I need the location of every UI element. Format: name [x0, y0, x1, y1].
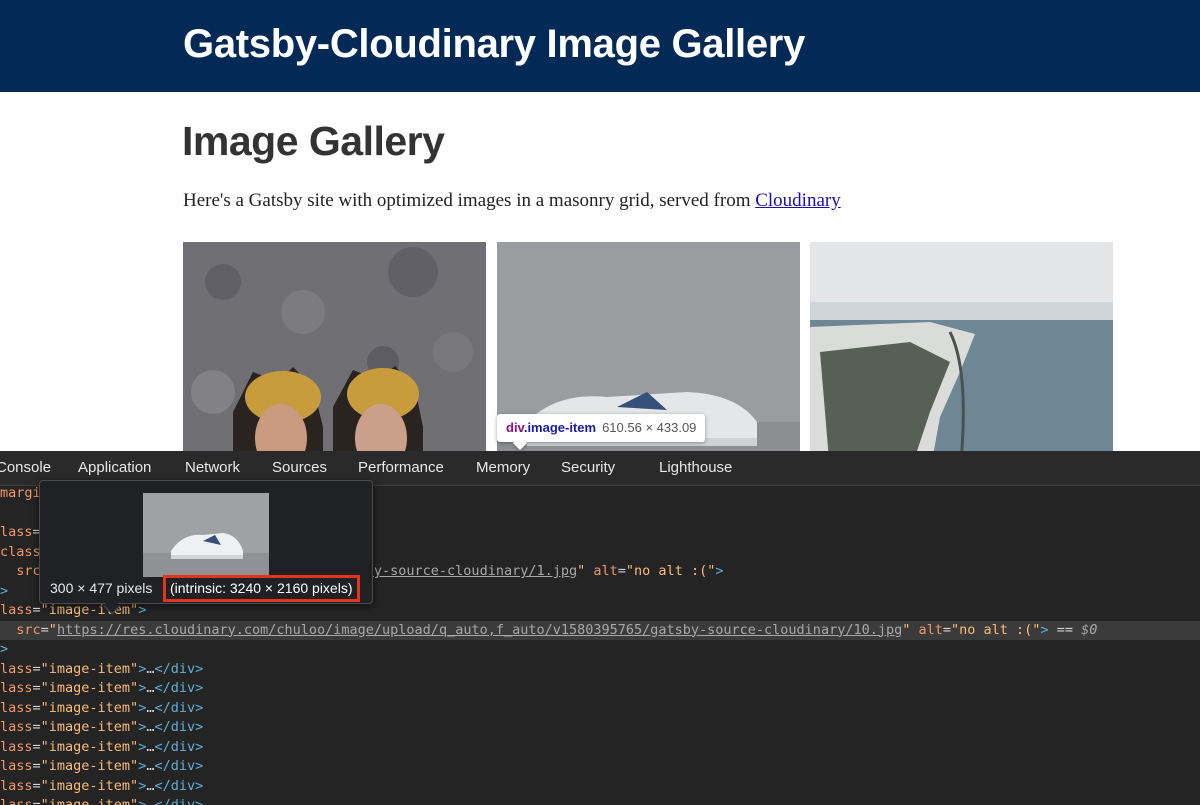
dom-node-line[interactable]: lass="image-item">…</div> — [0, 660, 1200, 680]
code-token: = — [32, 660, 41, 677]
tooltip-dimensions: 610.56 × 433.09 — [602, 420, 697, 435]
code-token: lass — [0, 602, 33, 618]
code-token: "image-item" — [40, 602, 139, 618]
code-token: > — [138, 602, 147, 618]
code-token: == — [1048, 621, 1082, 638]
code-token: = — [617, 563, 626, 579]
code-token: = — [32, 758, 41, 774]
dom-node-line[interactable]: src="https://res.cloudinary.com/chuloo/i… — [0, 620, 1200, 640]
code-token: "image-item" — [40, 797, 139, 805]
code-token: "image-item" — [40, 758, 139, 774]
site-title[interactable]: Gatsby-Cloudinary Image Gallery — [183, 22, 805, 67]
code-token: > — [0, 641, 9, 657]
code-token: > — [715, 563, 724, 579]
code-token: lass — [0, 758, 33, 774]
sneaker-thumbnail — [143, 493, 269, 577]
tooltip-tag: div — [506, 420, 524, 435]
code-token: src — [16, 563, 41, 579]
gallery-image-1[interactable] — [183, 242, 486, 472]
tab-security[interactable]: Security — [561, 459, 615, 476]
code-token: > — [1040, 621, 1049, 638]
code-token: > — [0, 582, 9, 599]
rendered-size: 300 × 477 pixels — [50, 580, 153, 596]
tab-sources[interactable]: Sources — [272, 459, 327, 476]
bride-portrait-photo — [183, 242, 486, 472]
page-heading: Image Gallery — [182, 118, 445, 164]
code-token: = — [40, 621, 49, 638]
code-token: lass — [0, 660, 33, 677]
code-token: "image-item" — [40, 680, 139, 696]
code-token: = — [32, 699, 41, 716]
code-token: </div> — [154, 777, 204, 794]
tab-console[interactable]: Console — [0, 459, 51, 476]
code-token: src — [16, 621, 41, 638]
intrinsic-size-highlight: (intrinsic: 3240 × 2160 pixels) — [163, 575, 360, 602]
code-token: = — [942, 621, 952, 638]
code-token[interactable]: https://res.cloudinary.com/chuloo/image/… — [57, 622, 902, 638]
code-token: lass — [0, 524, 33, 540]
code-token: = — [32, 602, 41, 618]
code-token: "image-item" — [40, 777, 139, 794]
code-token: = — [32, 719, 41, 735]
dom-node-line[interactable]: lass="image-item">…</div> — [0, 757, 1200, 777]
intro-text: Here's a Gatsby site with optimized imag… — [183, 190, 756, 211]
cloudinary-link[interactable]: Cloudinary — [755, 190, 841, 211]
code-token: $0 — [1081, 621, 1098, 638]
dom-node-line[interactable]: lass="image-item">…</div> — [0, 699, 1200, 719]
code-token: margi — [0, 485, 41, 501]
dom-node-line[interactable]: lass="image-item">…</div> — [0, 738, 1200, 758]
preview-thumbnail — [143, 493, 269, 577]
code-token: alt — [918, 621, 943, 638]
code-token: lass — [0, 777, 33, 794]
code-token: </div> — [154, 738, 204, 755]
code-token: "image-item" — [40, 660, 139, 677]
tab-memory[interactable]: Memory — [476, 459, 530, 476]
code-token: = — [32, 797, 41, 805]
tooltip-class: .image-item — [523, 420, 597, 435]
code-token: </div> — [154, 719, 204, 735]
image-preview-popover: 300 × 477 pixels (intrinsic: 3240 × 2160… — [39, 480, 373, 604]
dom-node-line[interactable]: lass="image-item">…</div> — [0, 679, 1200, 699]
code-token: = — [32, 777, 41, 794]
code-token: lass — [0, 680, 33, 696]
code-token: " — [48, 621, 57, 638]
code-token: "no alt :(" — [951, 621, 1041, 638]
code-token: = — [32, 738, 41, 755]
code-token: lass — [0, 719, 33, 735]
code-token: = — [32, 680, 41, 696]
code-token: "image-item" — [40, 699, 139, 716]
code-token: "image-item" — [40, 719, 139, 735]
element-inspect-tooltip: div.image-item 610.56 × 433.09 — [497, 414, 706, 442]
tab-application[interactable]: Application — [78, 459, 151, 476]
code-token: lass — [0, 797, 33, 805]
coastal-town-aerial-photo — [810, 242, 1113, 472]
code-token: </div> — [154, 660, 204, 677]
site-header: Gatsby-Cloudinary Image Gallery — [0, 0, 1200, 92]
code-token: lass — [0, 699, 33, 716]
intro-paragraph: Here's a Gatsby site with optimized imag… — [183, 190, 841, 212]
dom-node-line[interactable]: lass="image-item">…</div> — [0, 777, 1200, 797]
gallery-image-3[interactable] — [810, 242, 1113, 472]
code-token: alt — [593, 563, 618, 579]
dom-node-line[interactable]: lass="image-item">…</div> — [0, 718, 1200, 738]
code-token: </div> — [154, 797, 204, 805]
code-token: </div> — [154, 680, 204, 696]
tab-performance[interactable]: Performance — [358, 459, 444, 476]
code-token: </div> — [154, 758, 204, 774]
code-token: "image-item" — [40, 738, 139, 755]
code-token: </div> — [154, 699, 204, 716]
code-token: lass — [0, 738, 33, 755]
dom-node-line[interactable]: > — [0, 640, 1200, 660]
code-token: "no alt :(" — [625, 563, 716, 579]
code-token: class — [0, 543, 41, 560]
tab-lighthouse[interactable]: Lighthouse — [659, 459, 732, 476]
tab-network[interactable]: Network — [185, 459, 240, 476]
dom-node-line[interactable]: lass="image-item">…</div> — [0, 796, 1200, 805]
